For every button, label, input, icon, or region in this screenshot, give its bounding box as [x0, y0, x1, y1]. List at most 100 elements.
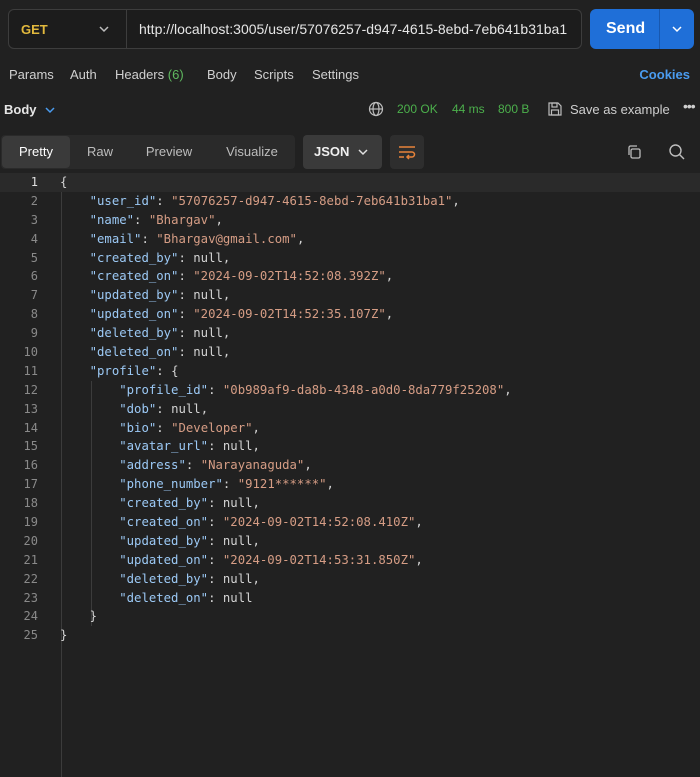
json-null: null [222, 533, 253, 548]
status-code[interactable]: 200 OK [397, 102, 438, 116]
send-button[interactable]: Send [590, 9, 694, 49]
line-number-gutter: 1 2 3 4 5 6 7 8 9 10 11 12 13 14 15 16 17 18 19 20 21 22 23 24 2… [0, 173, 48, 645]
url-input-group: GET http://localhost:3005/user/57076257-… [8, 9, 582, 49]
tab-body[interactable]: Body [207, 67, 237, 82]
json-string: "2024-09-02T14:52:08.410Z" [222, 515, 416, 530]
tab-auth[interactable]: Auth [70, 67, 97, 82]
tab-scripts[interactable]: Scripts [254, 67, 294, 82]
view-mode-pretty[interactable]: Pretty [2, 136, 70, 168]
line-number: 11 [23, 363, 38, 378]
json-null: null [193, 326, 223, 341]
response-time[interactable]: 44 ms [452, 102, 485, 116]
json-punctuation: : [208, 496, 223, 511]
tab-headers[interactable]: Headers (6) [115, 67, 184, 82]
json-string: "Bhargav@gmail.com" [156, 231, 297, 246]
line-number: 24 [23, 609, 38, 624]
json-key: "profile" [89, 363, 157, 378]
line-number: 5 [30, 250, 38, 265]
method-select[interactable]: GET [9, 10, 127, 48]
globe-icon[interactable] [368, 101, 384, 117]
save-as-example-button[interactable]: Save as example [570, 102, 670, 117]
code-line: "user_id": "57076257-d947-4615-8ebd-7eb6… [60, 192, 512, 211]
response-size[interactable]: 800 B [498, 102, 529, 116]
line-number: 15 [23, 439, 38, 454]
json-punctuation: , [252, 420, 260, 435]
json-punctuation: , [415, 552, 423, 567]
json-string: "2024-09-02T14:52:08.392Z" [193, 269, 386, 284]
json-punctuation [60, 364, 90, 378]
search-icon[interactable] [668, 143, 686, 161]
code-line: "updated_on": "2024-09-02T14:52:35.107Z"… [60, 305, 512, 324]
view-mode-raw[interactable]: Raw [71, 136, 129, 168]
more-horizontal-icon[interactable]: ••• [683, 98, 696, 114]
code-line: "deleted_by": null, [60, 324, 512, 343]
line-number: 1 [30, 175, 38, 189]
json-punctuation [60, 251, 90, 265]
json-punctuation [60, 288, 90, 302]
view-mode-visualize[interactable]: Visualize [211, 136, 293, 168]
json-key: "created_by" [119, 496, 209, 511]
copy-icon[interactable] [626, 144, 642, 160]
code-line: "deleted_by": null, [60, 570, 512, 589]
save-icon[interactable] [547, 101, 563, 117]
json-key: "address" [119, 458, 186, 473]
code-line: "dob": null, [60, 400, 512, 419]
line-number: 6 [30, 269, 38, 284]
json-punctuation [60, 515, 119, 529]
json-punctuation: : [156, 420, 172, 435]
json-punctuation [60, 458, 119, 472]
line-number: 20 [23, 533, 38, 548]
json-punctuation: : [222, 477, 238, 492]
format-label: JSON [314, 144, 350, 159]
json-punctuation: , [304, 458, 312, 473]
json-null: null [193, 288, 223, 303]
code-line: "deleted_on": null [60, 589, 512, 608]
line-number: 23 [23, 590, 38, 605]
json-null: null [222, 496, 253, 511]
tab-settings[interactable]: Settings [312, 67, 359, 82]
json-punctuation: , [415, 515, 423, 530]
tab-params[interactable]: Params [9, 67, 54, 82]
line-number: 14 [23, 420, 38, 435]
code-line: "created_on": "2024-09-02T14:52:08.392Z"… [60, 267, 512, 286]
json-punctuation: , [504, 382, 512, 397]
json-punctuation: , [326, 477, 334, 492]
code-line: "updated_by": null, [60, 286, 512, 305]
line-number: 4 [30, 231, 38, 246]
line-number: 7 [30, 288, 38, 303]
json-key: "updated_by" [89, 288, 179, 303]
chevron-down-icon[interactable] [44, 104, 56, 116]
json-punctuation: , [252, 533, 260, 548]
json-punctuation: , [222, 345, 231, 360]
view-mode-preview[interactable]: Preview [131, 136, 207, 168]
wrap-lines-button[interactable] [390, 135, 424, 169]
json-punctuation: : [208, 590, 223, 605]
json-punctuation [60, 326, 90, 340]
wrap-lines-icon [399, 146, 416, 160]
json-key: "created_by" [89, 250, 179, 265]
json-null: null [193, 345, 223, 360]
json-string: "57076257-d947-4615-8ebd-7eb641b31ba1" [171, 193, 453, 208]
json-punctuation: } [60, 609, 98, 624]
chevron-down-icon[interactable] [670, 22, 684, 36]
json-punctuation: : [208, 533, 223, 548]
json-key: "name" [89, 212, 135, 227]
json-punctuation: : [208, 515, 223, 530]
line-number: 16 [23, 458, 38, 473]
json-punctuation: : { [156, 363, 179, 378]
request-tabs: Params Auth Headers (6) Body Scripts Set… [0, 64, 700, 86]
json-punctuation: : [178, 250, 194, 265]
cookies-link[interactable]: Cookies [639, 67, 690, 82]
json-punctuation [60, 383, 119, 397]
json-punctuation: } [60, 628, 68, 643]
code-line: "created_by": null, [60, 249, 512, 268]
json-punctuation: { [60, 175, 68, 189]
response-code-viewer[interactable]: 1 2 3 4 5 6 7 8 9 10 11 12 13 14 15 16 17 18 19 20 21 22 23 24 2… [0, 173, 700, 777]
format-select[interactable]: JSON [303, 135, 382, 169]
json-punctuation: , [215, 212, 223, 227]
view-mode-segmented: Pretty Raw Preview Visualize [1, 135, 295, 169]
json-punctuation [60, 591, 119, 605]
json-punctuation: , [252, 439, 260, 454]
url-input[interactable]: http://localhost:3005/user/57076257-d947… [139, 21, 567, 37]
response-body-label[interactable]: Body [4, 102, 37, 117]
